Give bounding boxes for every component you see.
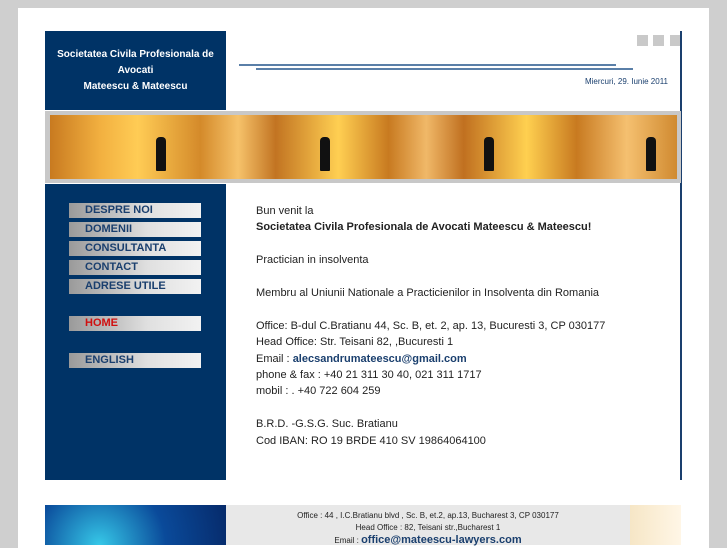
- footer-left-image: [45, 505, 226, 545]
- bank-text: B.R.D. -G.S.G. Suc. Bratianu: [256, 418, 398, 431]
- menu-consultanta[interactable]: CONSULTANTA: [69, 241, 201, 256]
- menu-despre-noi[interactable]: DESPRE NOI: [69, 203, 201, 218]
- footer-email-label: Email :: [334, 536, 362, 545]
- email-link[interactable]: alecsandrumateescu@gmail.com: [293, 353, 467, 365]
- menu-contact[interactable]: CONTACT: [69, 260, 201, 275]
- sidebar: DESPRE NOI DOMENII CONSULTANTA CONTACT A…: [45, 184, 226, 480]
- brand-line: Mateescu & Mateescu: [83, 81, 188, 92]
- square-icon: [637, 35, 648, 46]
- menu-domenii[interactable]: DOMENII: [69, 222, 201, 237]
- company-name: Societatea Civila Profesionala de Avocat…: [256, 221, 592, 234]
- banner-image: [50, 115, 677, 179]
- role-text: Practician in insolventa: [256, 254, 369, 267]
- header-divider: [256, 68, 633, 70]
- office-address: Office: B-dul C.Bratianu 44, Sc. B, et. …: [256, 319, 606, 332]
- date-text: Miercuri, 29. Iunie 2011: [584, 77, 668, 86]
- menu-adrese-utile[interactable]: ADRESE UTILE: [69, 279, 201, 294]
- brand-line: Societatea Civila Profesionala de: [57, 49, 214, 60]
- main-content: Bun venit la Societatea Civila Profesion…: [256, 203, 605, 449]
- footer: Office : 44 , I.C.Bratianu blvd , Sc. B,…: [226, 505, 630, 546]
- head-office-address: Head Office: Str. Teisani 82, ,Bucuresti…: [256, 336, 454, 349]
- brand-line: Avocati: [117, 65, 154, 76]
- footer-right-image: [630, 505, 681, 545]
- square-icon: [653, 35, 664, 46]
- iban-text: Cod IBAN: RO 19 BRDE 410 SV 19864064100: [256, 434, 486, 447]
- menu-home[interactable]: HOME: [69, 316, 201, 331]
- phone-text: phone & fax : +40 21 311 30 40, 021 311 …: [256, 369, 482, 382]
- header-divider: [239, 64, 616, 66]
- welcome-text: Bun venit la: [256, 205, 314, 217]
- email-label: Email :: [256, 352, 293, 365]
- right-border: [680, 31, 682, 480]
- footer-head-office: Head Office : 82, Teisani str.,Bucharest…: [355, 523, 501, 532]
- footer-office: Office : 44 , I.C.Bratianu blvd , Sc. B,…: [297, 511, 559, 520]
- banner: [45, 111, 681, 183]
- menu-english[interactable]: ENGLISH: [69, 353, 201, 368]
- mobile-text: mobil : . +40 722 604 259: [256, 385, 381, 398]
- footer-email-link[interactable]: office@mateescu-lawyers.com: [361, 534, 522, 546]
- brand-box: Societatea Civila Profesionala de Avocat…: [45, 31, 226, 110]
- member-text: Membru al Uniunii Nationale a Practicien…: [256, 287, 600, 299]
